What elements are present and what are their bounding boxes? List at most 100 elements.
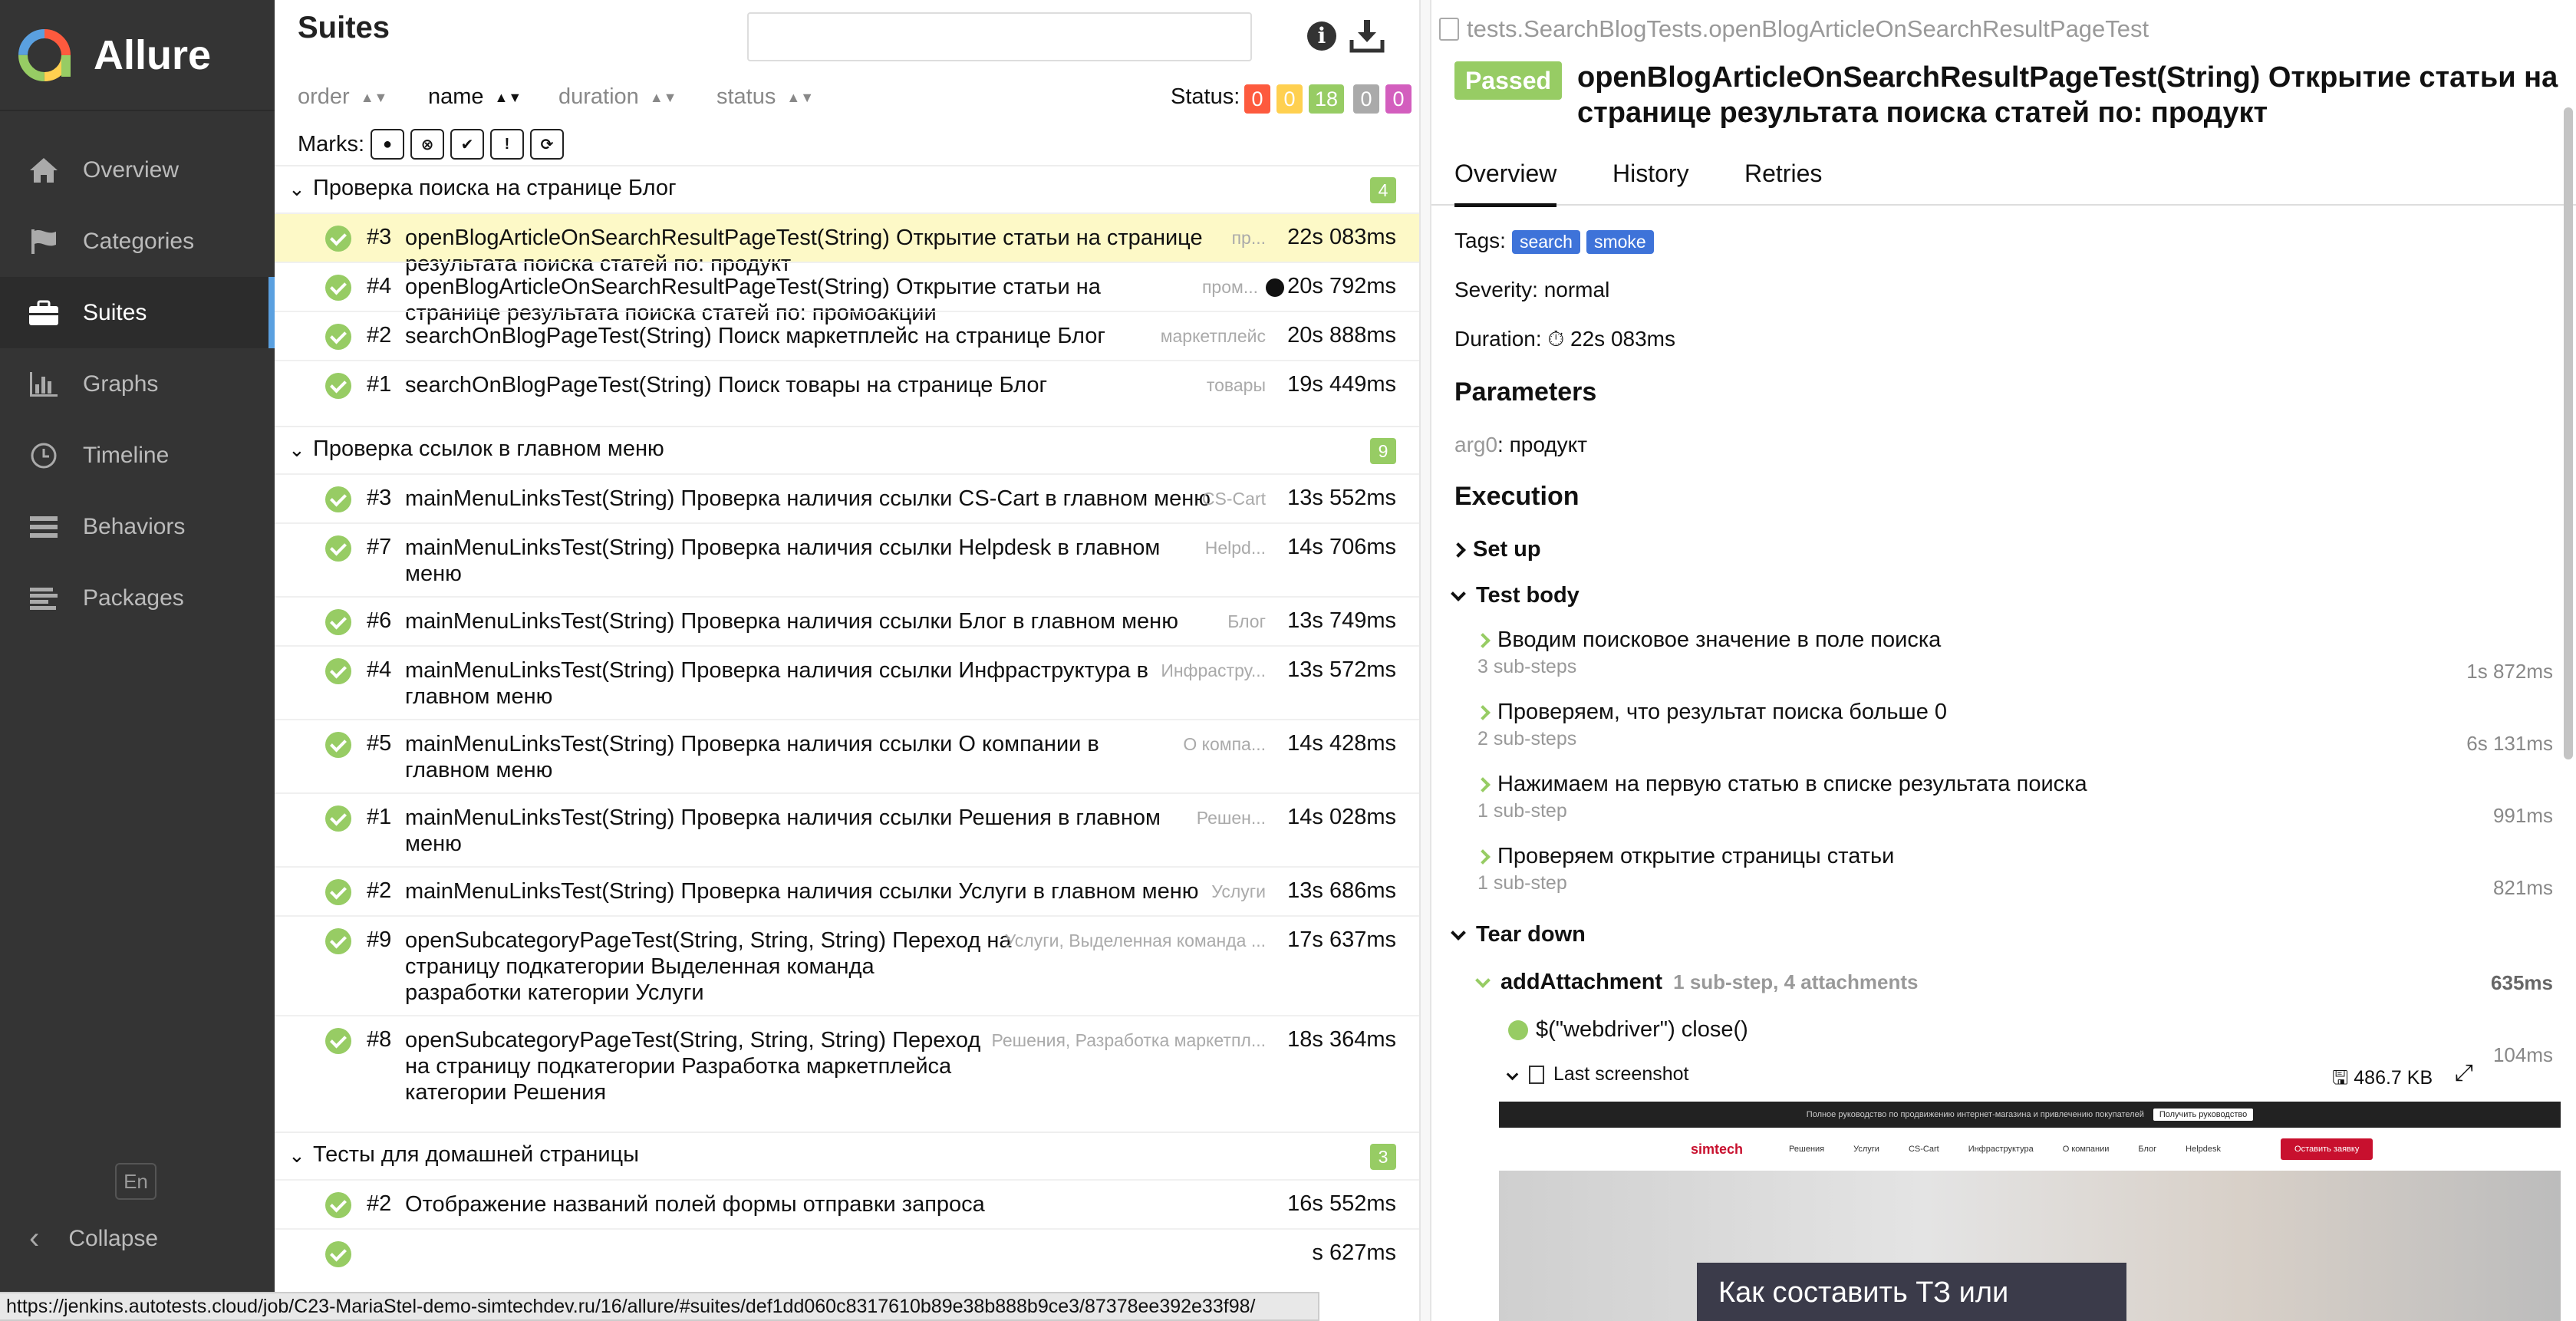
test-number: #2 [367, 1191, 392, 1216]
info-icon[interactable]: i [1307, 21, 1336, 51]
new-broken-mark-icon[interactable]: ! [490, 129, 524, 160]
passed-icon [325, 486, 351, 512]
save-icon[interactable]: 🖫 [2332, 1067, 2348, 1089]
sort-name[interactable]: name ▲▼ [428, 84, 522, 110]
test-name: mainMenuLinksTest(String) Проверка налич… [405, 486, 1211, 512]
test-name-line: openSubcategoryPageTest(String, String, … [405, 928, 1012, 953]
test-row[interactable]: #6 mainMenuLinksTest(String) Проверка нал… [275, 596, 1419, 645]
tab-history[interactable]: History [1612, 160, 1689, 188]
teardown-section[interactable]: Tear down [1451, 922, 1586, 947]
new-failed-mark-icon[interactable]: ⊗ [410, 129, 444, 160]
sort-status[interactable]: status ▲▼ [716, 84, 814, 110]
test-row[interactable]: #2 mainMenuLinksTest(String) Проверка нал… [275, 866, 1419, 915]
sort-arrows-icon: ▲▼ [360, 89, 388, 105]
test-parameters: Услуги [1211, 881, 1266, 901]
tab-retries[interactable]: Retries [1744, 160, 1822, 188]
language-button[interactable]: En [115, 1163, 156, 1200]
tab-overview[interactable]: Overview [1454, 160, 1557, 207]
flaky-mark-icon[interactable]: ● [371, 129, 404, 160]
pane-splitter[interactable] [1419, 0, 1431, 1321]
nav-item-packages[interactable]: Packages [0, 562, 275, 634]
size-value: 486.7 KB [2354, 1067, 2433, 1089]
add-attachment-step[interactable]: addAttachment 1 sub-step, 4 attachments [1475, 970, 1918, 995]
suite-group-name: Тесты для домашней страницы [313, 1142, 639, 1167]
test-parameters: Helpd... [1204, 538, 1266, 558]
nav-item-timeline[interactable]: Timeline [0, 420, 275, 491]
nav-item-graphs[interactable]: Graphs [0, 348, 275, 420]
test-row[interactable]: #4 mainMenuLinksTest(String) Проверка нал… [275, 645, 1419, 719]
test-row[interactable]: #1 mainMenuLinksTest(String) Проверка нал… [275, 792, 1419, 866]
nav-item-categories[interactable]: Categories [0, 206, 275, 277]
step-name: Нажимаем на первую статью в списке резул… [1497, 772, 2087, 796]
test-row[interactable]: #4 openBlogArticleOnSearchResultPageTest(… [275, 262, 1419, 325]
download-icon[interactable] [1349, 17, 1385, 54]
test-number: #3 [367, 486, 392, 510]
test-row[interactable]: #7 mainMenuLinksTest(String) Проверка нал… [275, 522, 1419, 596]
test-parameters: товары [1206, 375, 1266, 395]
passed-icon [325, 609, 351, 635]
copy-icon[interactable] [1439, 18, 1459, 41]
test-body-section[interactable]: Test body [1451, 583, 1580, 608]
suite-group-header[interactable]: ⌄ Проверка поиска на странице Блог 4 [275, 165, 1419, 212]
suite-group-header[interactable]: ⌄ Тесты для домашней страницы 3 [275, 1132, 1419, 1179]
test-number: #3 [367, 225, 392, 249]
nav-item-behaviors[interactable]: Behaviors [0, 491, 275, 562]
test-step[interactable]: Вводим поисковое значение в поле поиска 3… [1475, 628, 1942, 678]
nav-label: Packages [83, 585, 184, 611]
test-name: mainMenuLinksTest(String) Проверка налич… [405, 878, 1198, 904]
status-count-failed[interactable]: 0 [1244, 84, 1270, 114]
retries-mark-icon[interactable]: ⟳ [530, 129, 564, 160]
chevron-down-icon: ⌄ [288, 1144, 305, 1167]
test-parameters: Решения, Разработка маркетпл... [991, 1030, 1266, 1050]
step-name: Проверяем, что результат поиска больше 0 [1497, 700, 1948, 724]
nav-item-suites[interactable]: Suites [0, 277, 275, 348]
test-row[interactable]: #2 Отображение названий полей формы отпра… [275, 1179, 1419, 1228]
step-substeps: 3 sub-steps [1477, 656, 1577, 677]
test-step[interactable]: Проверяем, что результат поиска больше 0… [1475, 700, 1948, 750]
setup-section[interactable]: Set up [1451, 537, 1541, 562]
test-name-line: openBlogArticleOnSearchResultPageTest(St… [405, 226, 1203, 250]
suite-group-header[interactable]: ⌄ Проверка ссылок в главном меню 9 [275, 426, 1419, 473]
test-row[interactable]: s 627ms [275, 1228, 1419, 1277]
test-step[interactable]: Проверяем открытие страницы статьи 1 sub-… [1475, 844, 1894, 894]
nav-label: Suites [83, 299, 147, 325]
attachment-name: Last screenshot [1553, 1063, 1689, 1085]
expand-icon[interactable]: ⤢ [2455, 1060, 2473, 1086]
webdriver-close-step[interactable]: $("webdriver") close() [1508, 1017, 1748, 1043]
test-row[interactable]: #8 openSubcategoryPageTest(String, String… [275, 1015, 1419, 1115]
nav-label: Overview [83, 156, 180, 183]
attachment-row[interactable]: Last screenshot [1506, 1063, 1689, 1085]
suite-group-name: Проверка поиска на странице Блог [313, 176, 677, 200]
screenshot-preview[interactable]: Полное руководство по продвижению интерн… [1499, 1102, 2561, 1321]
teardown-label: Tear down [1476, 922, 1586, 947]
test-row[interactable]: #1 searchOnBlogPageTest(String) Поиск тов… [275, 360, 1419, 409]
menu-item: Решения [1789, 1145, 1825, 1154]
chevron-down-icon [1451, 925, 1466, 941]
scrollbar[interactable] [2564, 107, 2573, 759]
status-count-skipped[interactable]: 0 [1353, 84, 1379, 114]
status-count-unknown[interactable]: 0 [1385, 84, 1412, 114]
sort-order[interactable]: order ▲▼ [298, 84, 387, 110]
test-name: openSubcategoryPageTest(String, String, … [405, 1027, 980, 1105]
brand[interactable]: Allure [0, 0, 275, 111]
search-input[interactable] [747, 12, 1252, 61]
new-passed-mark-icon[interactable]: ✔ [450, 129, 484, 160]
suite-group-name: Проверка ссылок в главном меню [313, 436, 664, 461]
test-row[interactable]: #3 openBlogArticleOnSearchResultPageTest(… [275, 212, 1419, 276]
nav-item-overview[interactable]: Overview [0, 134, 275, 206]
status-count-broken[interactable]: 0 [1276, 84, 1303, 114]
test-step[interactable]: Нажимаем на первую статью в списке резул… [1475, 772, 2087, 822]
align-left-icon [26, 583, 61, 614]
sort-duration[interactable]: duration ▲▼ [558, 84, 677, 110]
test-row[interactable]: #2 searchOnBlogPageTest(String) Поиск мар… [275, 311, 1419, 360]
collapse-button[interactable]: ‹ Collapse [29, 1221, 158, 1256]
test-row[interactable]: #5 mainMenuLinksTest(String) Проверка нал… [275, 719, 1419, 792]
passed-icon [325, 805, 351, 832]
step-name: Вводим поисковое значение в поле поиска [1497, 628, 1942, 652]
chevron-right-icon [1475, 633, 1491, 649]
suites-tree: ⌄ Проверка поиска на странице Блог 4 #3 open… [275, 165, 1419, 1277]
step-substeps: 1 sub-step [1477, 872, 1567, 894]
test-row[interactable]: #9 openSubcategoryPageTest(String, String… [275, 915, 1419, 1015]
test-row[interactable]: #3 mainMenuLinksTest(String) Проверка нал… [275, 473, 1419, 522]
status-count-passed[interactable]: 18 [1309, 84, 1345, 114]
